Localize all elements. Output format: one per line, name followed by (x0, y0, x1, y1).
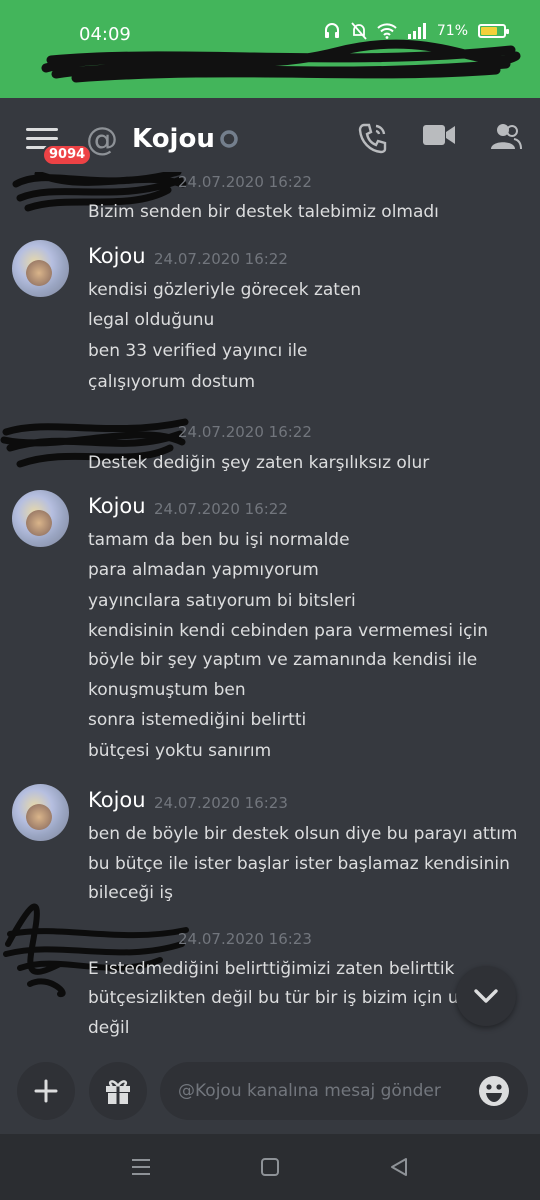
message-timestamp: 24.07.2020 16:23 (154, 794, 288, 812)
message-line: Destek dediğin şey zaten karşılıksız olu… (88, 453, 430, 473)
message-line: bu bütçe ile ister başlar ister başlamaz… (88, 854, 510, 874)
message-line: çalışıyorum dostum (88, 372, 256, 392)
message-timestamp: 24.07.2020 16:22 (154, 250, 288, 268)
message-list[interactable]: 24.07.2020 16:22 Bizim senden bir destek… (0, 172, 540, 1062)
message-author[interactable]: Kojou (88, 788, 146, 812)
avatar[interactable] (12, 784, 69, 841)
gift-button[interactable] (89, 1062, 147, 1120)
signal-icon (407, 23, 426, 39)
scroll-to-bottom-button[interactable] (456, 966, 516, 1026)
android-nav-bar (0, 1134, 540, 1200)
at-icon: @ (86, 120, 118, 158)
message-timestamp: 24.07.2020 16:22 (154, 500, 288, 518)
message-line: ben 33 verified yayıncı ile (88, 341, 308, 361)
offline-status-icon (220, 130, 238, 148)
emoji-icon[interactable] (478, 1075, 510, 1107)
message-input-box[interactable] (160, 1062, 528, 1120)
video-icon[interactable] (422, 122, 456, 148)
avatar[interactable] (12, 490, 69, 547)
message-timestamp: 24.07.2020 16:22 (178, 423, 312, 441)
message-line: konuşmuştum ben (88, 680, 246, 700)
message-line: legal olduğunu (88, 310, 215, 330)
message-author[interactable]: Kojou (88, 494, 146, 518)
battery-icon (478, 24, 509, 38)
header-actions (358, 122, 522, 154)
message-line: Bizim senden bir destek talebimiz olmadı (88, 202, 439, 222)
message-line: bütçesi yoktu sanırım (88, 741, 272, 761)
recent-apps-icon[interactable] (130, 1156, 152, 1178)
plus-icon (34, 1079, 58, 1103)
channel-title: Kojou (132, 124, 215, 154)
message-line: bütçesizlikten değil bu tür bir iş bizim… (88, 988, 459, 1008)
call-icon[interactable] (358, 122, 388, 154)
add-attachment-button[interactable] (17, 1062, 75, 1120)
redacted-avatar (3, 903, 189, 997)
channel-header: 9094 @ Kojou (0, 98, 540, 182)
message-line: kendisinin kendi cebinden para vermemesi… (88, 621, 488, 641)
home-icon[interactable] (259, 1156, 281, 1178)
message-line: yayıncılara satıyorum bi bitsleri (88, 591, 356, 611)
gift-icon (106, 1080, 130, 1104)
message-line: böyle bir şey yaptım ve zamanında kendis… (88, 650, 478, 670)
message-line: sonra istemediğini belirtti (88, 710, 307, 730)
wifi-icon (377, 23, 397, 39)
message-timestamp: 24.07.2020 16:23 (178, 930, 312, 948)
message-author[interactable]: Kojou (88, 244, 146, 268)
battery-percent: 71% (436, 23, 468, 39)
chevron-down-icon (474, 989, 498, 1003)
message-line: ben de böyle bir destek olsun diye bu pa… (88, 824, 518, 844)
redaction-scribble (41, 39, 521, 83)
message-line: değil (88, 1018, 130, 1038)
message-line: tamam da ben bu işi normalde (88, 530, 350, 550)
back-icon[interactable] (388, 1156, 410, 1178)
message-line: E istedmediğini belirttiğimizi zaten bel… (88, 959, 455, 979)
notification-badge: 9094 (42, 144, 93, 166)
message-input[interactable] (178, 1062, 468, 1120)
message-line: para almadan yapmıyorum (88, 560, 319, 580)
message-timestamp: 24.07.2020 16:22 (178, 173, 312, 191)
message-line: kendisi gözleriyle görecek zaten (88, 280, 362, 300)
status-bar: 04:09 71% (0, 0, 540, 98)
members-icon[interactable] (490, 122, 522, 150)
avatar[interactable] (12, 240, 69, 297)
